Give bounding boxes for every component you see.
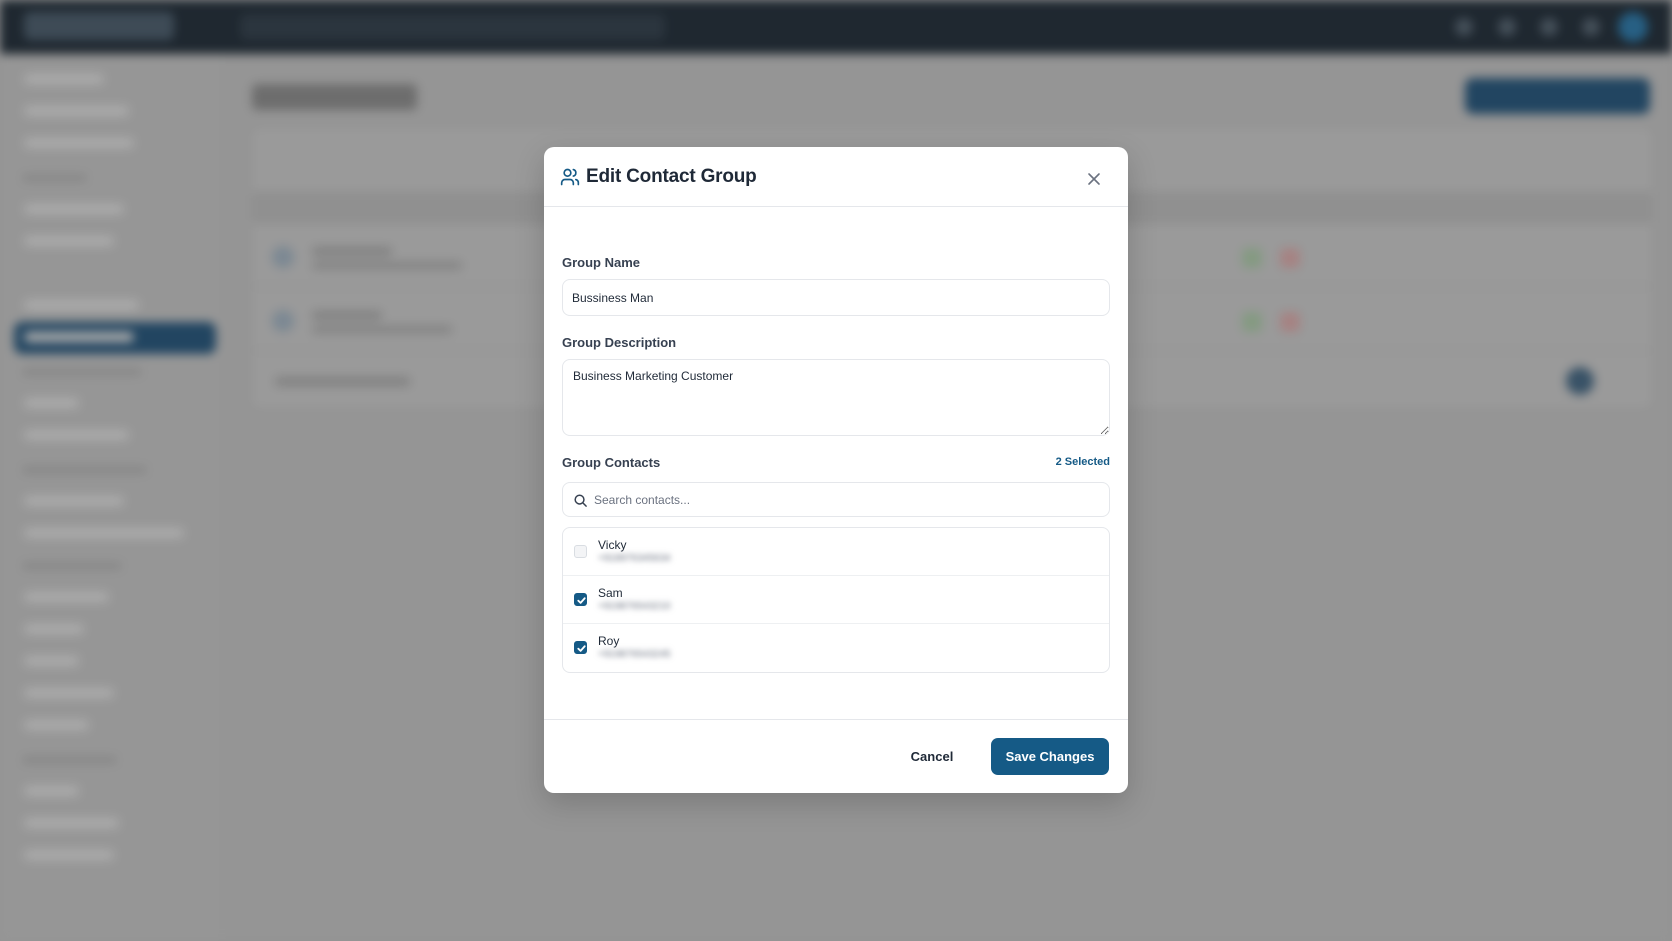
modal-title: Edit Contact Group (586, 166, 757, 187)
contact-row-roy[interactable]: Roy +919876543245 (563, 624, 1109, 672)
contact-name: Sam (598, 586, 623, 600)
group-name-label: Group Name (562, 255, 641, 270)
contact-phone: +919876543245 (598, 649, 671, 660)
contact-phone: +918976345634 (598, 553, 671, 564)
contact-checkbox-vicky[interactable] (574, 545, 587, 558)
save-changes-button[interactable]: Save Changes (991, 738, 1109, 775)
contact-name: Vicky (598, 538, 627, 552)
group-description-label: Group Description (562, 335, 677, 350)
check-icon (577, 645, 586, 652)
selected-count-badge: 2 Selected (1055, 456, 1110, 468)
modal-header: Edit Contact Group (544, 147, 1128, 207)
contact-search-input[interactable] (594, 483, 1099, 516)
contact-checkbox-sam[interactable] (574, 593, 587, 606)
users-icon (560, 167, 580, 187)
close-icon (1088, 173, 1100, 185)
group-description-input[interactable]: Business Marketing Customer (562, 359, 1110, 436)
edit-contact-group-modal: Edit Contact Group Group Name Group Desc… (544, 147, 1128, 793)
contact-search-box (562, 482, 1110, 517)
check-icon (577, 597, 586, 604)
contact-checkbox-roy[interactable] (574, 641, 587, 654)
group-contacts-label: Group Contacts (562, 455, 661, 470)
group-name-input[interactable] (562, 279, 1110, 316)
contact-row-sam[interactable]: Sam +919876543210 (563, 576, 1109, 624)
search-icon (573, 493, 588, 508)
modal-footer: Cancel Save Changes (544, 719, 1128, 793)
cancel-button[interactable]: Cancel (890, 738, 974, 774)
contact-row-vicky[interactable]: Vicky +918976345634 (563, 528, 1109, 576)
contact-list: Vicky +918976345634 Sam +919876543210 Ro… (562, 527, 1110, 673)
close-button[interactable] (1082, 167, 1106, 191)
contact-name: Roy (598, 634, 620, 648)
contact-phone: +919876543210 (598, 601, 671, 612)
